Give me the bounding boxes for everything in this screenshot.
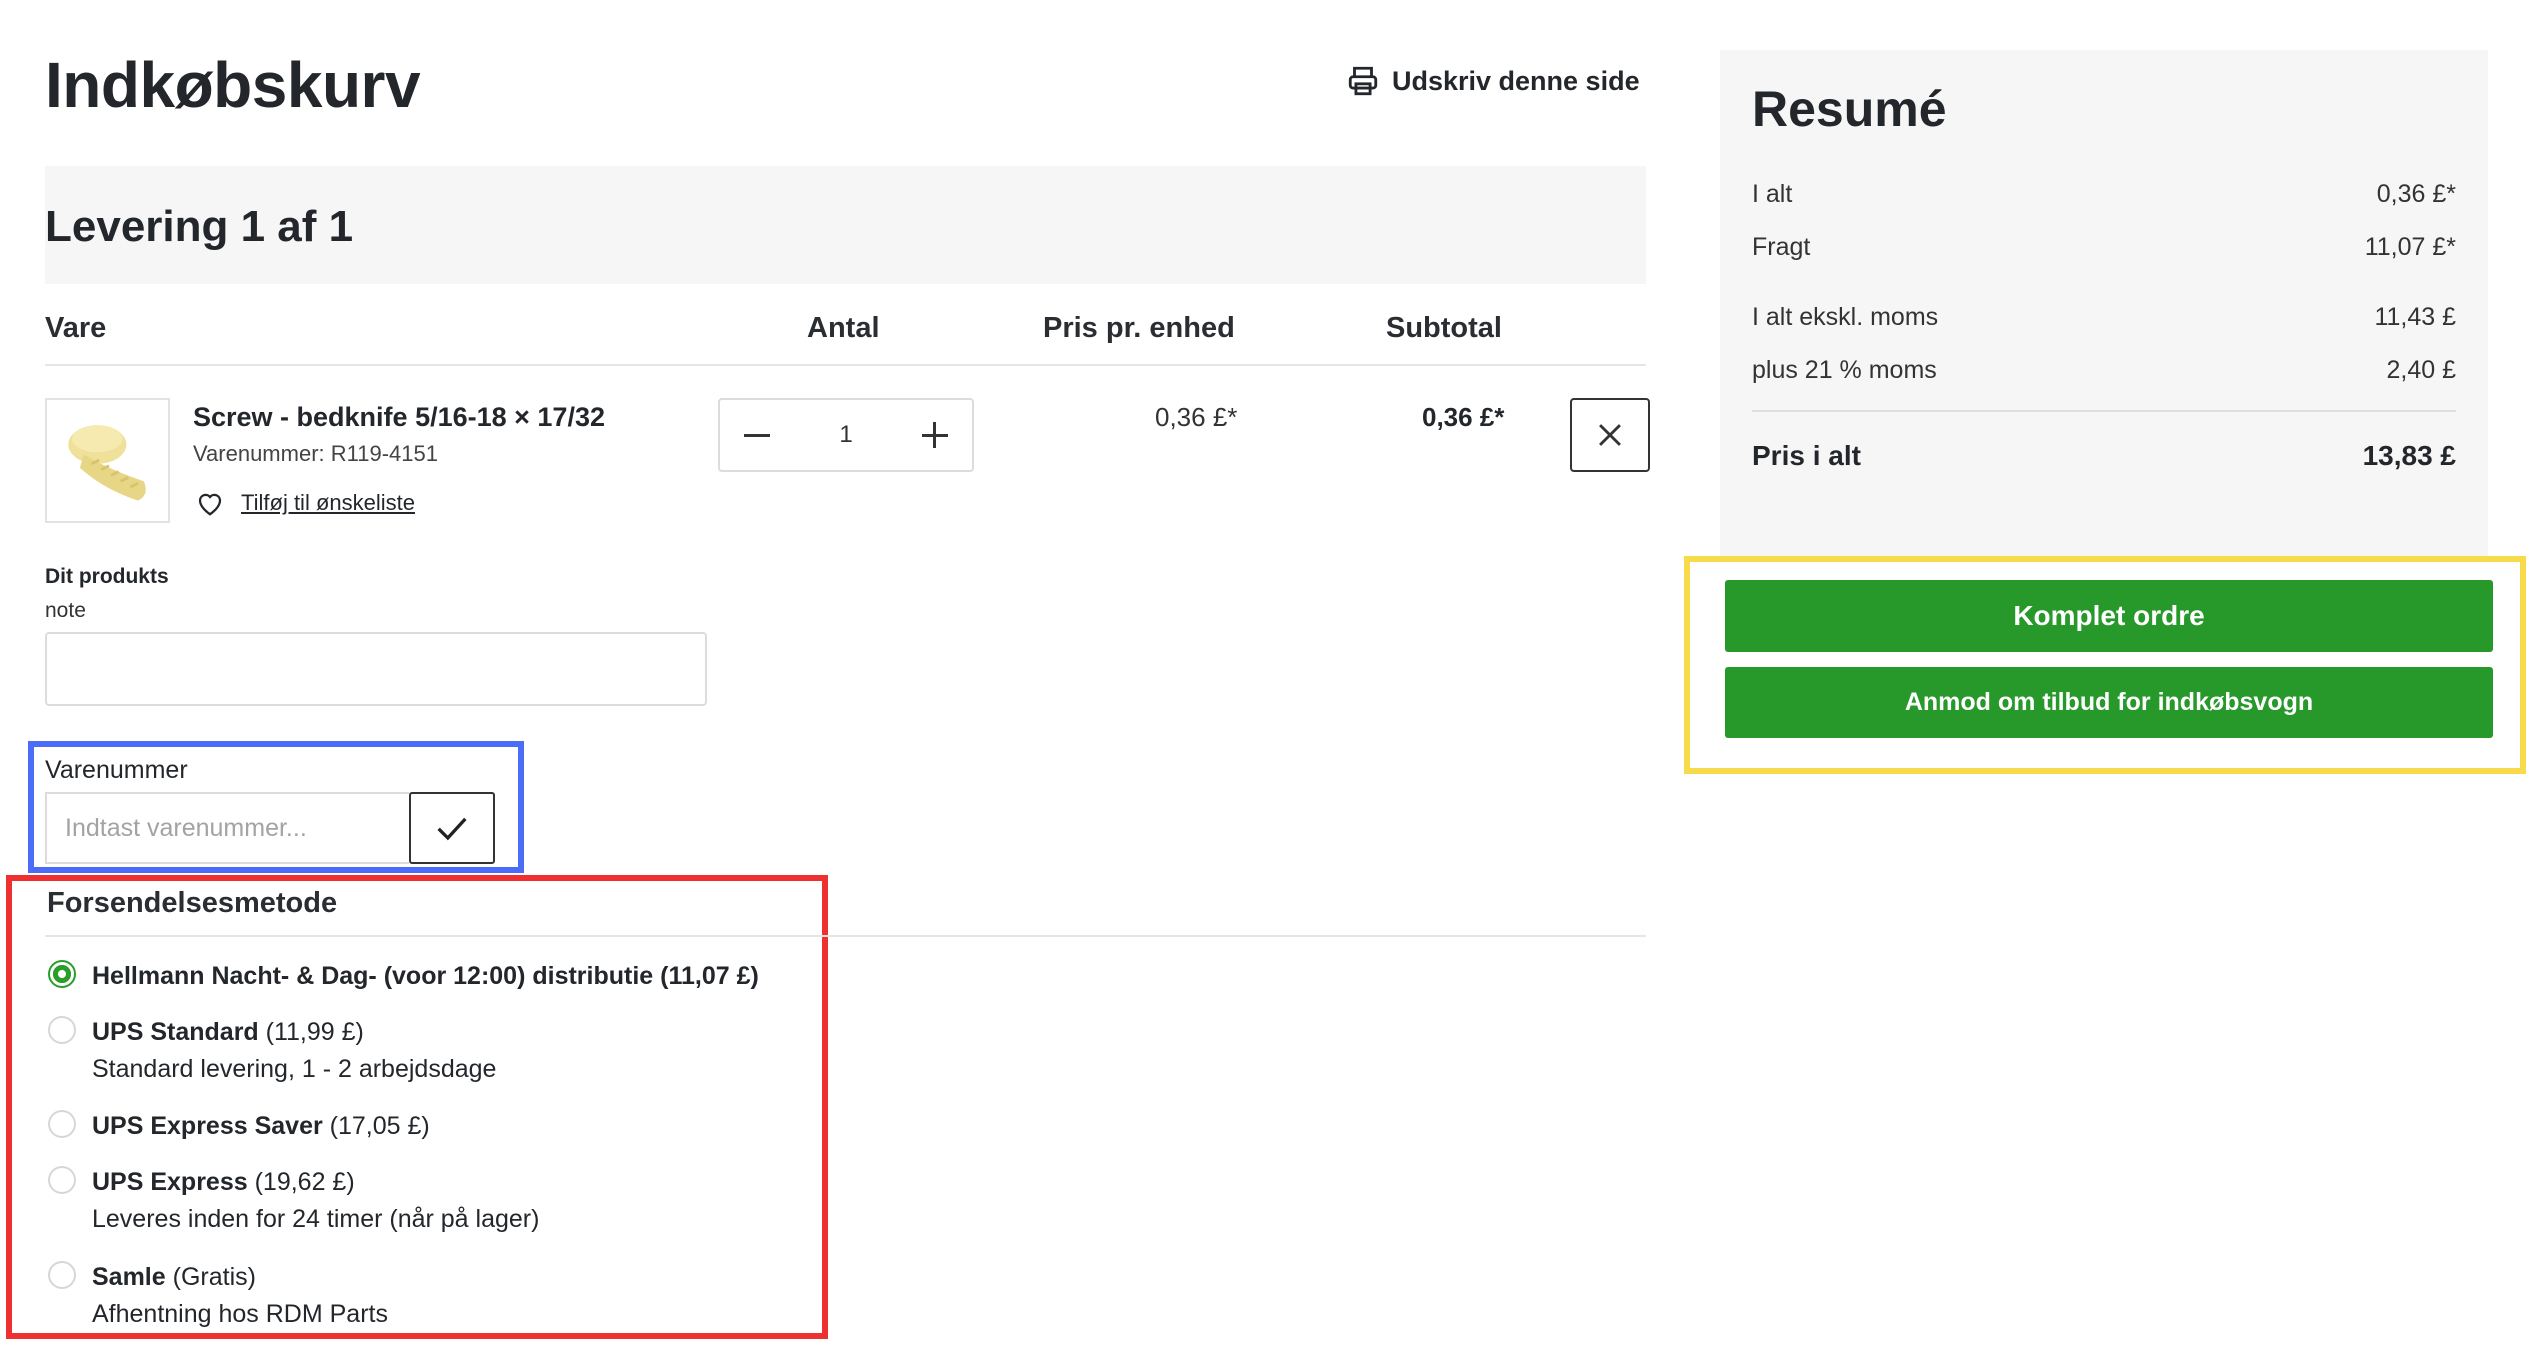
close-icon bbox=[1599, 424, 1621, 446]
summary-row-label: Fragt bbox=[1752, 233, 1811, 261]
shipping-option-price: (17,05 £) bbox=[329, 1112, 430, 1140]
product-note-input[interactable] bbox=[45, 632, 707, 706]
product-name[interactable]: Screw - bedknife 5/16-18 × 17/32 bbox=[193, 402, 605, 433]
request-quote-button[interactable]: Anmod om tilbud for indkøbsvogn bbox=[1725, 667, 2493, 738]
column-header-qty: Antal bbox=[807, 312, 880, 344]
shipping-option-name: UPS Express bbox=[92, 1168, 248, 1196]
column-header-item: Vare bbox=[45, 312, 107, 344]
shipping-option-hellmann[interactable]: Hellmann Nacht- & Dag- (voor 12:00) dist… bbox=[48, 958, 759, 995]
shipping-option-price: (11,99 £) bbox=[265, 1018, 364, 1046]
shipping-option-name: UPS Standard bbox=[92, 1018, 259, 1046]
sku-entry-label: Varenummer bbox=[45, 756, 188, 784]
summary-title: Resumé bbox=[1752, 81, 1947, 137]
remove-item-button[interactable] bbox=[1570, 398, 1650, 472]
print-page-label: Udskriv denne side bbox=[1392, 65, 1640, 96]
summary-total-label: Pris i alt bbox=[1752, 440, 1861, 471]
summary-grand-total: Pris i alt 13,83 £ bbox=[1752, 440, 2456, 472]
shipping-radio-ups-express-saver[interactable] bbox=[48, 1110, 76, 1138]
summary-total-value: 13,83 £ bbox=[2362, 440, 2456, 471]
summary-row-freight: Fragt 11,07 £* bbox=[1752, 233, 2456, 262]
page-title: Indkøbskurv bbox=[45, 49, 421, 121]
shipping-method-title: Forsendelsesmetode bbox=[47, 887, 338, 919]
screw-image-icon bbox=[68, 425, 146, 501]
printer-icon bbox=[1348, 66, 1378, 96]
summary-row-value: 0,36 £* bbox=[2376, 180, 2456, 208]
unit-price: 0,36 £* bbox=[1155, 402, 1238, 432]
shipping-option-samle[interactable]: Samle (Gratis) Afhentning hos RDM Parts bbox=[48, 1259, 388, 1333]
add-to-wishlist-label: Tilføj til ønskeliste bbox=[241, 490, 415, 515]
shipping-divider bbox=[45, 935, 1646, 937]
product-note-sublabel: note bbox=[45, 599, 86, 622]
shipping-radio-ups-standard[interactable] bbox=[48, 1016, 76, 1044]
quantity-value[interactable]: 1 bbox=[839, 421, 852, 449]
summary-row-value: 2,40 £ bbox=[2386, 356, 2456, 384]
add-to-wishlist-link[interactable]: Tilføj til ønskeliste bbox=[193, 488, 415, 518]
delivery-title: Levering 1 af 1 bbox=[45, 202, 354, 251]
summary-row-value: 11,07 £* bbox=[2364, 233, 2456, 261]
table-header-divider bbox=[45, 364, 1646, 366]
summary-row-total: I alt 0,36 £* bbox=[1752, 180, 2456, 209]
summary-row-label: I alt bbox=[1752, 180, 1793, 208]
summary-row-label: plus 21 % moms bbox=[1752, 356, 1937, 384]
shipping-option-name: Samle bbox=[92, 1263, 166, 1291]
shipping-option-description: Standard levering, 1 - 2 arbejdsdage bbox=[92, 1055, 497, 1083]
shipping-option-ups-standard[interactable]: UPS Standard (11,99 £) Standard levering… bbox=[48, 1014, 496, 1088]
heart-icon bbox=[198, 493, 222, 516]
shipping-option-description: Afhentning hos RDM Parts bbox=[92, 1300, 388, 1328]
summary-row-vat: plus 21 % moms 2,40 £ bbox=[1752, 356, 2456, 385]
shipping-option-price: (19,62 £) bbox=[254, 1168, 355, 1196]
column-header-unit-price: Pris pr. enhed bbox=[1043, 312, 1235, 344]
shipping-option-name: UPS Express Saver bbox=[92, 1112, 323, 1140]
quantity-increase-button[interactable] bbox=[918, 418, 952, 452]
shipping-radio-samle[interactable] bbox=[48, 1261, 76, 1289]
sku-submit-button[interactable] bbox=[409, 792, 495, 864]
product-sku: Varenummer: R119-4151 bbox=[193, 441, 438, 466]
product-thumbnail[interactable] bbox=[45, 398, 170, 523]
complete-order-button[interactable]: Komplet ordre bbox=[1725, 580, 2493, 652]
print-page-link[interactable]: Udskriv denne side bbox=[1346, 64, 1640, 98]
summary-row-value: 11,43 £ bbox=[2374, 303, 2456, 331]
product-note-label: Dit produkts bbox=[45, 565, 169, 588]
shipping-option-description: Leveres inden for 24 timer (når på lager… bbox=[92, 1205, 540, 1233]
shipping-option-ups-express-saver[interactable]: UPS Express Saver (17,05 £) bbox=[48, 1108, 430, 1145]
sku-entry-input[interactable] bbox=[45, 792, 409, 864]
shipping-option-ups-express[interactable]: UPS Express (19,62 £) Leveres inden for … bbox=[48, 1164, 539, 1238]
shipping-option-price: (Gratis) bbox=[172, 1263, 256, 1291]
summary-row-label: I alt ekskl. moms bbox=[1752, 303, 1939, 331]
shipping-radio-hellmann[interactable] bbox=[48, 960, 76, 988]
delivery-header: Levering 1 af 1 bbox=[45, 166, 1646, 284]
quantity-stepper[interactable]: 1 bbox=[718, 398, 974, 472]
checkmark-icon bbox=[437, 817, 467, 841]
shipping-option-name: Hellmann Nacht- & Dag- (voor 12:00) dist… bbox=[92, 962, 759, 990]
column-header-subtotal: Subtotal bbox=[1386, 312, 1502, 344]
line-subtotal: 0,36 £* bbox=[1422, 402, 1505, 432]
summary-divider bbox=[1752, 410, 2456, 412]
quantity-decrease-button[interactable] bbox=[740, 418, 774, 452]
shipping-radio-ups-express[interactable] bbox=[48, 1166, 76, 1194]
summary-row-excl-vat: I alt ekskl. moms 11,43 £ bbox=[1752, 303, 2456, 332]
